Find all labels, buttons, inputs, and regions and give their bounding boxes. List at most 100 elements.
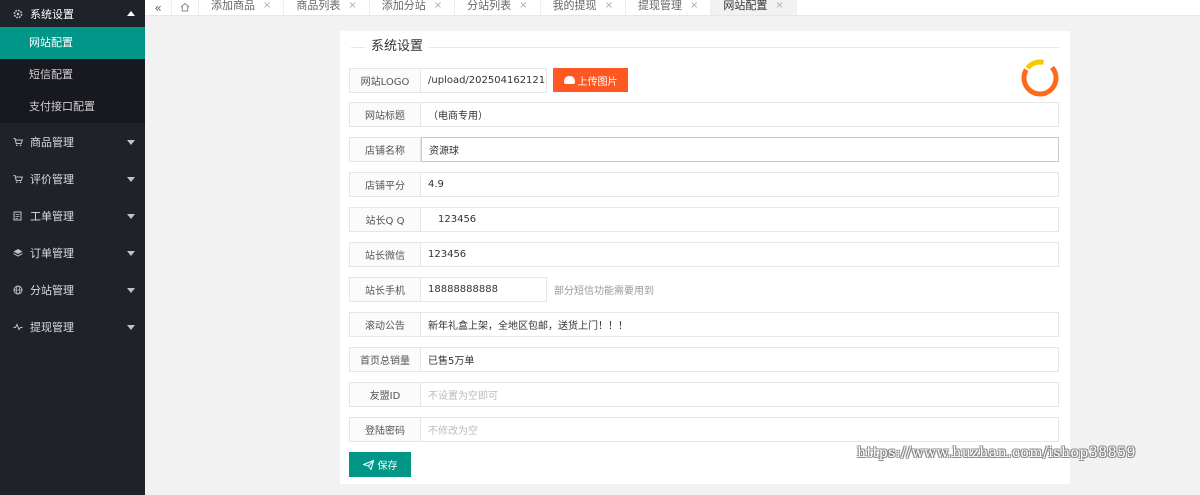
nav-group-label: 分站管理 xyxy=(30,283,74,297)
subnav-system: 网站配置 短信配置 支付接口配置 xyxy=(0,27,145,123)
tab-label: 提现管理 xyxy=(637,0,682,12)
row-shop-name: 店铺名称 资源球 xyxy=(349,137,1059,162)
form-legend: 系统设置 xyxy=(351,39,1059,55)
nav-group-orders[interactable]: 订单管理 xyxy=(0,234,145,271)
tab-label: 网站配置 xyxy=(723,0,768,12)
settings-card: 系统设置 网站LOGO /upload/2025041621215822 上传图… xyxy=(340,31,1070,484)
row-shop-score: 店铺平分 4.9 xyxy=(349,172,1059,197)
wechat-label: 站长微信 xyxy=(349,242,421,267)
qq-label: 站长Q Q xyxy=(349,207,421,232)
row-site-title: 网站标题 （电商专用） xyxy=(349,102,1059,127)
nav-group-tickets[interactable]: 工单管理 xyxy=(0,197,145,234)
close-icon[interactable]: × xyxy=(605,0,613,12)
site-title-input[interactable]: （电商专用） xyxy=(421,102,1059,127)
alliance-id-label: 友盟ID xyxy=(349,382,421,407)
form-title: 系统设置 xyxy=(365,39,430,55)
cloud-upload-icon xyxy=(563,76,575,84)
pulse-icon xyxy=(12,321,24,333)
collapse-tabs-button[interactable]: « xyxy=(145,0,172,15)
close-icon[interactable]: × xyxy=(519,0,527,12)
password-label: 登陆密码 xyxy=(349,417,421,442)
gear-icon xyxy=(12,8,24,20)
globe-icon xyxy=(12,284,24,296)
tab-label: 分站列表 xyxy=(467,0,512,12)
tab-add-substation[interactable]: 添加分站 × xyxy=(370,0,456,15)
chevron-down-icon xyxy=(127,287,135,293)
chevron-up-icon xyxy=(127,10,135,16)
close-icon[interactable]: × xyxy=(775,0,783,12)
shop-name-label: 店铺名称 xyxy=(349,137,421,162)
row-wechat: 站长微信 123456 xyxy=(349,242,1059,267)
close-icon[interactable]: × xyxy=(348,0,356,12)
legend-divider xyxy=(351,47,1059,48)
shop-name-input[interactable]: 资源球 xyxy=(421,137,1059,162)
tab-substation-list[interactable]: 分站列表 × xyxy=(455,0,541,15)
alliance-id-input[interactable]: 不设置为空即可 xyxy=(421,382,1059,407)
row-qq: 站长Q Q 123456 xyxy=(349,207,1059,232)
shop-score-input[interactable]: 4.9 xyxy=(421,172,1059,197)
row-notice: 滚动公告 新年礼盒上架，全地区包邮，送货上门！！！ xyxy=(349,312,1059,337)
close-icon[interactable]: × xyxy=(263,0,271,12)
chevron-down-icon xyxy=(127,139,135,145)
send-icon xyxy=(362,459,374,470)
sidebar: 系统设置 网站配置 短信配置 支付接口配置 商品管理 评价管理 工单管理 订单管… xyxy=(0,0,145,495)
row-password: 登陆密码 不修改为空 xyxy=(349,417,1059,442)
save-label: 保存 xyxy=(377,461,398,472)
sidebar-item-payment-config[interactable]: 支付接口配置 xyxy=(0,91,145,123)
nav-group-label: 系统设置 xyxy=(30,7,74,21)
sales-input[interactable]: 已售5万单 xyxy=(421,347,1059,372)
layers-icon xyxy=(12,247,24,259)
nav-group-label: 评价管理 xyxy=(30,172,74,186)
tab-label: 商品列表 xyxy=(296,0,341,12)
tab-product-list[interactable]: 商品列表 × xyxy=(284,0,370,15)
chevron-down-icon xyxy=(127,324,135,330)
tab-withdrawal-management[interactable]: 提现管理 × xyxy=(626,0,712,15)
phone-input[interactable]: 18888888888 xyxy=(421,277,547,302)
cart-icon xyxy=(12,173,24,185)
ticket-icon xyxy=(12,210,24,222)
close-icon[interactable]: × xyxy=(690,0,698,12)
notice-input[interactable]: 新年礼盒上架，全地区包邮，送货上门！！！ xyxy=(421,312,1059,337)
logo-preview-image xyxy=(1021,59,1059,97)
password-input[interactable]: 不修改为空 xyxy=(421,417,1059,442)
nav-group-reviews[interactable]: 评价管理 xyxy=(0,160,145,197)
nav-group-label: 订单管理 xyxy=(30,246,74,260)
notice-label: 滚动公告 xyxy=(349,312,421,337)
save-button[interactable]: 保存 xyxy=(349,452,411,477)
row-sales: 首页总销量 已售5万单 xyxy=(349,347,1059,372)
site-title-label: 网站标题 xyxy=(349,102,421,127)
nav-group-label: 商品管理 xyxy=(30,135,74,149)
wechat-input[interactable]: 123456 xyxy=(421,242,1059,267)
sidebar-item-sms-config[interactable]: 短信配置 xyxy=(0,59,145,91)
tab-add-product[interactable]: 添加商品 × xyxy=(199,0,285,15)
nav-group-label: 提现管理 xyxy=(30,320,74,334)
row-logo: 网站LOGO /upload/2025041621215822 xyxy=(349,68,547,93)
nav-group-substations[interactable]: 分站管理 xyxy=(0,271,145,308)
nav-group-system[interactable]: 系统设置 xyxy=(0,0,145,27)
close-icon[interactable]: × xyxy=(434,0,442,12)
upload-image-button[interactable]: 上传图片 xyxy=(553,68,628,92)
tab-label: 添加分站 xyxy=(381,0,426,12)
chevron-down-icon xyxy=(127,176,135,182)
sidebar-item-site-config[interactable]: 网站配置 xyxy=(0,27,145,59)
home-tab[interactable] xyxy=(172,0,199,15)
cart-icon xyxy=(12,136,24,148)
tab-bar: « 添加商品 × 商品列表 × 添加分站 × 分站列表 × 我的提现 × 提现管理 × 网站… xyxy=(145,0,1200,16)
tab-my-withdrawals[interactable]: 我的提现 × xyxy=(541,0,626,15)
nav-group-withdrawals[interactable]: 提现管理 xyxy=(0,308,145,345)
phone-hint: 部分短信功能需要用到 xyxy=(554,286,654,297)
chevron-down-icon xyxy=(127,213,135,219)
tab-label: 我的提现 xyxy=(552,0,597,12)
watermark-url: https://www.huzhan.com/ishop38859 xyxy=(857,445,1136,461)
qq-input[interactable]: 123456 xyxy=(421,207,1059,232)
row-alliance-id: 友盟ID 不设置为空即可 xyxy=(349,382,1059,407)
nav-group-products[interactable]: 商品管理 xyxy=(0,123,145,160)
chevron-down-icon xyxy=(127,250,135,256)
logo-input[interactable]: /upload/2025041621215822 xyxy=(421,68,547,93)
tab-site-config[interactable]: 网站配置 × xyxy=(711,0,797,15)
row-phone: 站长手机 18888888888 部分短信功能需要用到 xyxy=(349,277,654,302)
sales-label: 首页总销量 xyxy=(349,347,421,372)
logo-label: 网站LOGO xyxy=(349,68,421,93)
phone-label: 站长手机 xyxy=(349,277,421,302)
shop-score-label: 店铺平分 xyxy=(349,172,421,197)
